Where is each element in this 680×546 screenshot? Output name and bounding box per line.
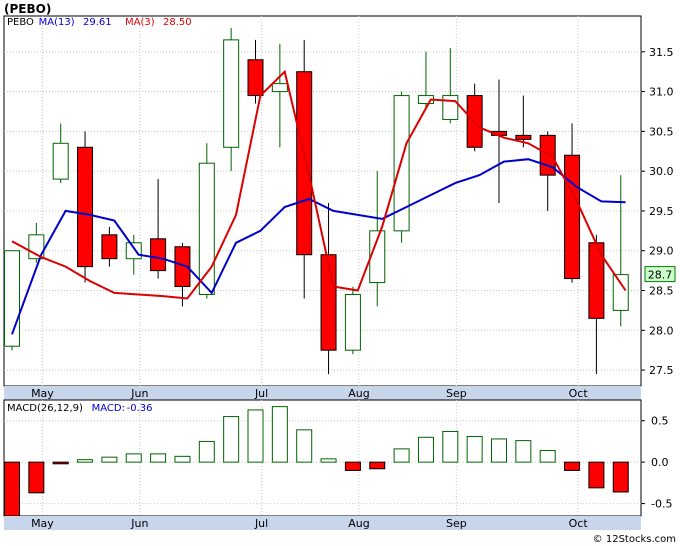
macd-legend-label: MACD(26,12,9) bbox=[7, 403, 83, 414]
macd-bar bbox=[393, 448, 410, 463]
macd-bar bbox=[466, 435, 483, 463]
macd-bar bbox=[271, 406, 288, 463]
month-label: Jun bbox=[130, 387, 148, 400]
candle-body bbox=[247, 59, 264, 97]
price-ytick-label: 29.0 bbox=[649, 245, 674, 258]
candle-body bbox=[150, 238, 167, 272]
price-ytick-label: 31.0 bbox=[649, 86, 674, 99]
price-ytick-label: 29.5 bbox=[649, 205, 674, 218]
last-price-text: 28.7 bbox=[648, 269, 673, 282]
macd-bar bbox=[296, 429, 313, 463]
month-label: Oct bbox=[569, 517, 589, 530]
price-legend-label: MA(13) bbox=[39, 17, 75, 28]
macd-bar bbox=[320, 458, 337, 463]
macd-ytick-label: -0.5 bbox=[651, 498, 672, 511]
macd-legend-value: -0.36 bbox=[127, 403, 153, 414]
macd-legend: MACD(26,12,9) MACD: -0.36 bbox=[7, 403, 152, 414]
price-ytick-label: 28.0 bbox=[649, 324, 674, 337]
month-label: May bbox=[31, 387, 54, 400]
macd-bar bbox=[564, 461, 581, 471]
macd-bar bbox=[369, 461, 386, 470]
macd-bar bbox=[150, 453, 167, 463]
chart-title: (PEBO) bbox=[4, 2, 51, 16]
candle-body bbox=[52, 142, 69, 180]
price-legend-value: 29.61 bbox=[83, 17, 112, 28]
macd-bar bbox=[344, 461, 361, 471]
candle-body bbox=[296, 71, 313, 256]
candle-body bbox=[198, 162, 215, 295]
candle-body bbox=[539, 134, 556, 176]
candle-body bbox=[612, 274, 629, 311]
month-label: Aug bbox=[348, 387, 369, 400]
price-ytick-label: 28.5 bbox=[649, 285, 674, 298]
candle-body bbox=[442, 95, 459, 120]
macd-panel: -0.5 0.0 0.5 MACD(26,12,9) MACD: -0.36 bbox=[3, 399, 672, 517]
month-label: Sep bbox=[446, 387, 467, 400]
last-price-badge: 28.7 bbox=[644, 266, 676, 283]
candle-body bbox=[344, 293, 361, 351]
candle-body bbox=[77, 146, 94, 268]
candle-body bbox=[101, 234, 118, 260]
stock-chart: (PEBO) 27.5 28.0 28.5 29.0 29.5 30.0 30.5 31.0 3… bbox=[0, 0, 680, 546]
macd-bar bbox=[174, 455, 191, 463]
macd-bar bbox=[28, 461, 45, 494]
month-label: Jul bbox=[254, 387, 268, 400]
candle-body bbox=[125, 242, 142, 260]
macd-bar bbox=[77, 459, 94, 463]
macd-bar bbox=[247, 409, 264, 463]
macd-bar bbox=[125, 453, 142, 463]
macd-x-axis-band bbox=[4, 516, 641, 530]
macd-bar bbox=[198, 440, 215, 463]
price-panel: 27.5 28.0 28.5 29.0 29.5 30.0 30.5 31.0 31.5 PEB… bbox=[3, 15, 676, 387]
macd-bar bbox=[588, 461, 605, 489]
month-label: Aug bbox=[348, 517, 369, 530]
price-legend-label: MA(3) bbox=[125, 17, 155, 28]
macd-legend-label: MACD: bbox=[92, 403, 125, 414]
price-ytick-label: 27.5 bbox=[649, 364, 674, 377]
macd-bar bbox=[539, 450, 556, 463]
macd-bar bbox=[417, 436, 434, 463]
candle-body bbox=[320, 254, 337, 351]
price-ytick-label: 31.5 bbox=[649, 46, 674, 59]
month-label: Oct bbox=[569, 387, 589, 400]
candle-body bbox=[564, 154, 581, 280]
month-label: Jun bbox=[130, 517, 148, 530]
month-label: May bbox=[31, 517, 54, 530]
price-legend-label: PEBO bbox=[7, 17, 34, 28]
candle-body bbox=[271, 83, 288, 93]
macd-bar bbox=[4, 461, 20, 517]
macd-bar bbox=[223, 416, 240, 463]
month-label: Sep bbox=[446, 517, 467, 530]
price-ytick-label: 30.0 bbox=[649, 165, 674, 178]
macd-bar bbox=[52, 461, 69, 465]
macd-bar bbox=[101, 456, 118, 463]
month-label: Jul bbox=[254, 517, 268, 530]
macd-bar bbox=[442, 430, 459, 463]
price-legend-value: 28.50 bbox=[163, 17, 192, 28]
price-ytick-label: 30.5 bbox=[649, 125, 674, 138]
macd-bar bbox=[612, 461, 629, 493]
candle-body bbox=[515, 134, 532, 140]
macd-bar bbox=[515, 440, 532, 463]
macd-ytick-label: 0.5 bbox=[651, 415, 669, 428]
candle-body bbox=[223, 39, 240, 148]
price-x-axis-band bbox=[4, 386, 641, 400]
macd-ytick-label: 0.0 bbox=[651, 456, 669, 469]
watermark: © 12Stocks.com bbox=[593, 534, 676, 545]
macd-bar bbox=[491, 438, 507, 463]
